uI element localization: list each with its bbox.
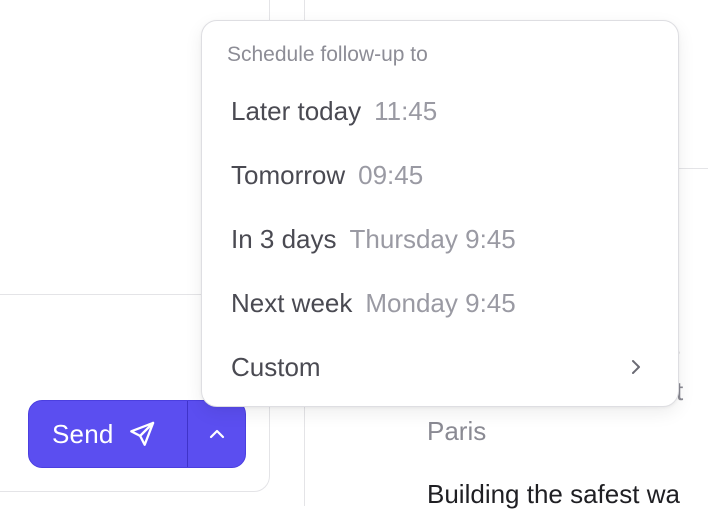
menu-item-label: Next week xyxy=(231,287,353,318)
menu-item-time: 09:45 xyxy=(358,159,424,190)
schedule-menu-toggle-button[interactable] xyxy=(188,401,245,467)
send-button-label: Send xyxy=(52,418,114,449)
paper-plane-icon xyxy=(128,420,156,448)
menu-item-next-week[interactable]: Next week Monday 9:45 xyxy=(214,277,666,329)
send-split-button: Send xyxy=(28,400,246,468)
menu-item-label: Tomorrow xyxy=(231,159,346,190)
menu-item-tomorrow[interactable]: Tomorrow 09:45 xyxy=(214,149,666,201)
right-pane-location: Paris xyxy=(427,416,487,446)
menu-item-custom[interactable]: Custom xyxy=(214,341,666,393)
send-button[interactable]: Send xyxy=(29,401,187,467)
chevron-up-icon xyxy=(207,424,227,444)
menu-item-later-today[interactable]: Later today 11:45 xyxy=(214,85,666,137)
menu-item-time: Monday 9:45 xyxy=(365,287,516,318)
menu-item-time: 11:45 xyxy=(374,95,438,126)
menu-item-in-3-days[interactable]: In 3 days Thursday 9:45 xyxy=(214,213,666,265)
menu-item-label: In 3 days xyxy=(231,223,337,254)
menu-header: Schedule follow-up to xyxy=(227,43,428,66)
menu-item-label: Custom xyxy=(231,351,321,382)
schedule-follow-up-menu: Schedule follow-up to Later today 11:45 … xyxy=(201,20,679,407)
chevron-right-icon xyxy=(626,357,646,377)
menu-item-time: Thursday 9:45 xyxy=(349,223,516,254)
menu-item-label: Later today xyxy=(231,95,362,126)
right-pane-tagline: Building the safest wa xyxy=(427,479,680,509)
